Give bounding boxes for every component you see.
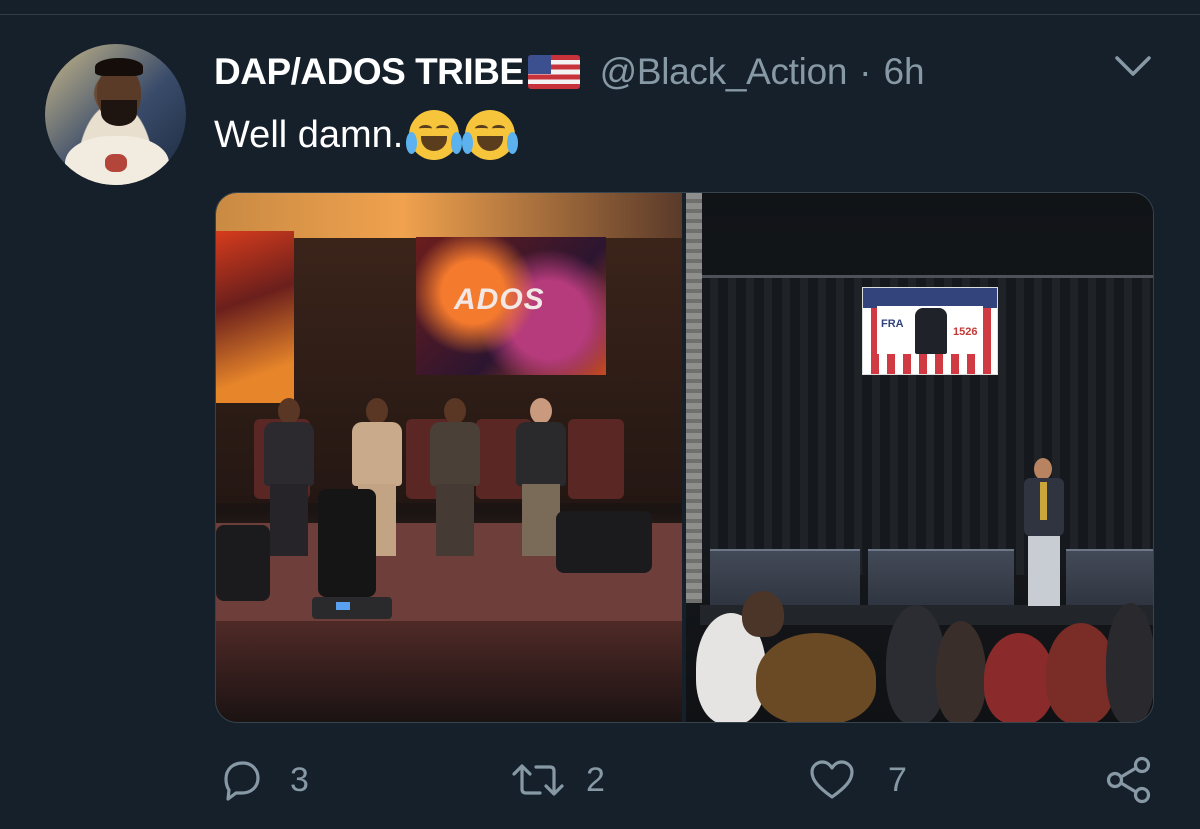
- speaker-stage-photo[interactable]: FRA 1526: [686, 193, 1153, 722]
- stage-light: [318, 489, 376, 597]
- stage-light-base: [312, 597, 392, 619]
- side-wall: [686, 193, 702, 603]
- avatar-shirt-art: [105, 154, 127, 172]
- banner-right-text: 1526: [953, 326, 978, 338]
- retweet-icon: [512, 764, 564, 796]
- top-divider: [0, 14, 1200, 15]
- retweet-button[interactable]: 2: [510, 752, 605, 808]
- panel-table: [710, 549, 860, 609]
- audience-member: [742, 591, 784, 637]
- panel-table: [1066, 549, 1153, 609]
- banner-left-text: FRA: [881, 318, 904, 330]
- main-screen-text: ADOS: [454, 283, 545, 316]
- reply-icon: [224, 761, 260, 801]
- retweet-count: 2: [586, 760, 605, 799]
- stage-light-display: [336, 602, 350, 610]
- us-flag-icon: [527, 55, 580, 89]
- tweet-body: Well damn.: [214, 113, 404, 156]
- speaker-person: [1016, 458, 1070, 608]
- conference-panel-photo[interactable]: ADOS: [216, 193, 682, 722]
- reply-button[interactable]: 3: [218, 752, 309, 808]
- tweet-actions: 3 2 7: [0, 752, 1200, 808]
- share-icon: [1106, 756, 1151, 804]
- face-with-tears-of-joy-icon: [406, 110, 463, 160]
- panel-table: [868, 549, 1014, 609]
- side-screen: [216, 231, 294, 403]
- avatar-hair: [95, 58, 143, 76]
- avatar-beard: [101, 100, 137, 126]
- hanging-banner: FRA 1526: [862, 287, 998, 375]
- floor-speaker: [556, 511, 652, 573]
- timestamp[interactable]: 6h: [883, 51, 924, 93]
- separator-dot: ·: [859, 51, 872, 92]
- audience-member: [756, 633, 876, 722]
- chevron-down-icon[interactable]: [1113, 52, 1153, 80]
- panelist: [426, 398, 484, 558]
- heart-icon: [810, 760, 854, 799]
- tweet-media[interactable]: ADOS FRA 1526: [215, 192, 1154, 723]
- audience-member: [936, 621, 986, 722]
- loudly-crying-face-icon: [462, 110, 519, 160]
- reply-count: 3: [290, 760, 309, 799]
- avatar[interactable]: [45, 44, 186, 185]
- floor-speaker: [216, 525, 270, 601]
- audience-member: [984, 633, 1054, 722]
- stage-front: [216, 621, 682, 722]
- curtain-rod: [702, 275, 1153, 278]
- share-button[interactable]: [1104, 752, 1154, 808]
- raised-fist-icon: [915, 308, 947, 354]
- audience-member: [1106, 603, 1153, 722]
- like-button[interactable]: 7: [808, 752, 907, 808]
- display-name[interactable]: DAP/ADOS TRIBE: [214, 51, 524, 93]
- user-handle[interactable]: @Black_Action: [600, 51, 848, 93]
- chair: [568, 419, 624, 499]
- tweet-text: Well damn.: [214, 110, 519, 160]
- like-count: 7: [888, 760, 907, 799]
- tweet-header: DAP/ADOS TRIBE @Black_Action · 6h: [214, 50, 925, 94]
- main-screen: ADOS: [416, 237, 606, 375]
